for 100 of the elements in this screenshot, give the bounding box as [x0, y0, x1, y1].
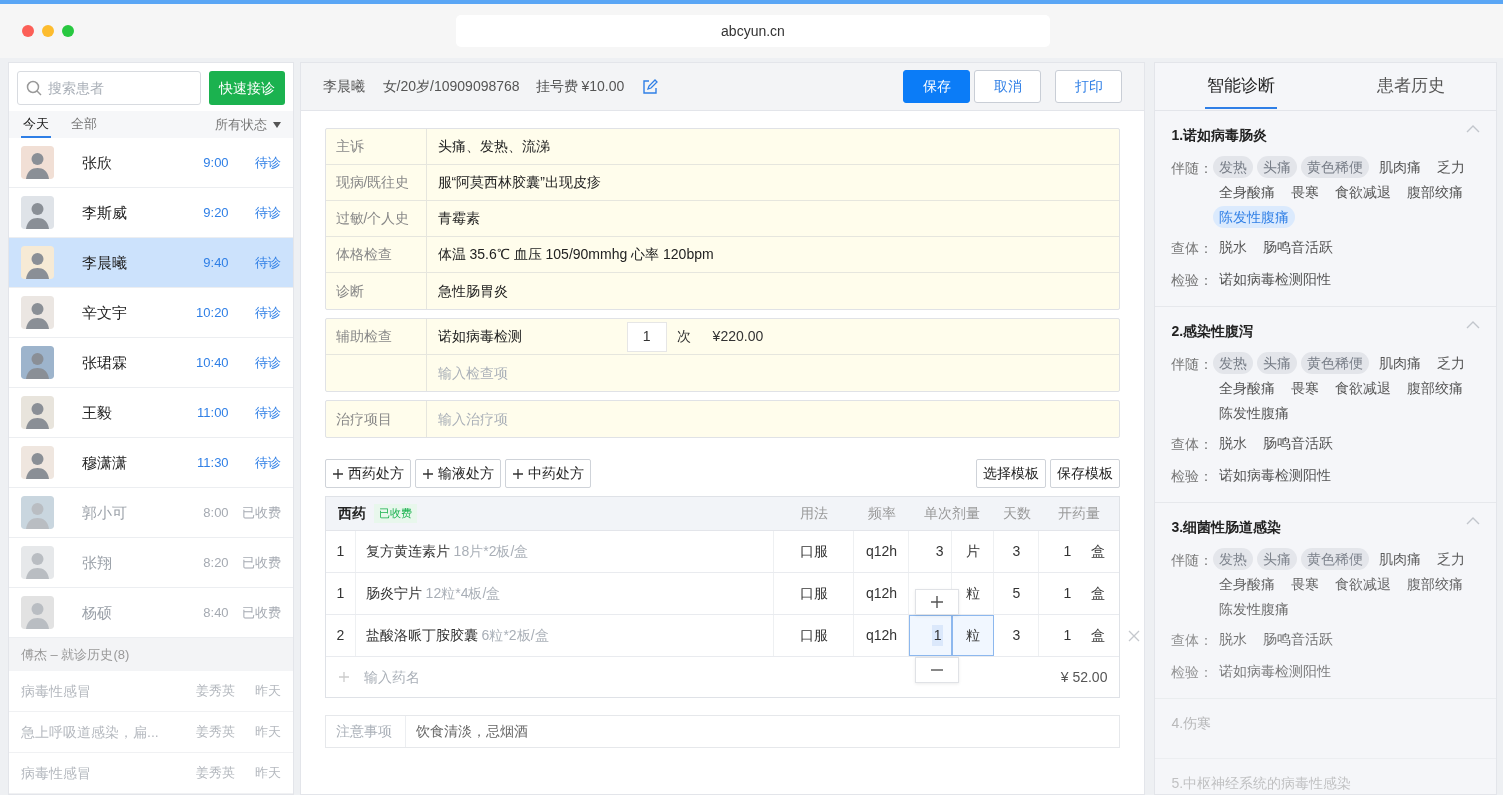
row-number: 1	[336, 542, 345, 561]
avatar-icon	[21, 146, 54, 180]
notes-text: 饮食清淡，忌烟酒	[414, 722, 528, 741]
days-value: 3	[1012, 626, 1021, 645]
field-value: 急性肠胃炎	[436, 281, 508, 301]
patient-row[interactable]: 辛文宇 10:20 待诊	[9, 288, 293, 339]
template-button[interactable]: 保存模板	[1050, 459, 1121, 488]
quantity-value: 1	[1063, 584, 1072, 603]
visit-date: 昨天	[253, 723, 281, 742]
column-header: 频率	[866, 504, 897, 523]
filter-tab[interactable]: 全部	[69, 111, 99, 139]
dose-unit: 片	[965, 542, 980, 561]
days-value: 5	[1012, 584, 1021, 603]
add-prescription-button[interactable]: 西药处方	[324, 459, 411, 488]
symptom-tag: 头痛	[1257, 156, 1298, 178]
symptom-tag: 头痛	[1257, 352, 1298, 374]
patient-info: 女/20岁/10909098768	[382, 77, 520, 96]
chevron-up-icon[interactable]	[1466, 517, 1480, 525]
field-label: 主诉	[325, 129, 427, 164]
remove-row-icon[interactable]	[1127, 629, 1142, 643]
symptom-text: 肠鸣音活跃	[1262, 238, 1335, 257]
exam-item: 诺如病毒检测	[436, 327, 523, 346]
appointment-time: 10:40	[195, 354, 229, 372]
avatar-icon	[21, 296, 54, 330]
maximize-window-icon[interactable]	[62, 25, 74, 37]
drug-spec: 6粒*2板/盒	[481, 626, 549, 645]
increment-button[interactable]	[914, 589, 959, 615]
diagnosis-title[interactable]: 3.细菌性肠道感染	[1171, 517, 1282, 538]
print-button[interactable]: 打印	[1055, 70, 1123, 103]
symptom-text: 腹部绞痛	[1406, 379, 1465, 398]
plus-icon	[337, 671, 350, 683]
appointment-time: 9:40	[202, 254, 229, 272]
template-button[interactable]: 选择模板	[976, 459, 1047, 488]
plus-icon	[929, 595, 944, 609]
field-label: 体格检查	[325, 237, 427, 272]
column-header: 单次剂量	[922, 504, 981, 523]
patient-row[interactable]: 穆潇潇 11:30 待诊	[9, 438, 293, 489]
diagnosis-title[interactable]: 1.诺如病毒肠炎	[1171, 125, 1268, 146]
doctor-name: 姜秀英	[194, 723, 235, 742]
patient-row[interactable]: 张欣 9:00 待诊	[9, 138, 293, 189]
symptom-text: 诺如病毒检测阳性	[1218, 466, 1333, 485]
avatar-icon	[21, 596, 54, 630]
patient-name: 辛文宇	[82, 302, 128, 323]
symptom-text: 乏力	[1436, 354, 1467, 373]
group-label: 检验：	[1171, 467, 1214, 486]
plus-icon	[421, 467, 434, 480]
symptom-tag: 头痛	[1257, 548, 1298, 570]
notes-field[interactable]: 注意事项 饮食清淡，忌烟酒	[324, 715, 1121, 748]
panel-tab[interactable]: 患者历史	[1325, 63, 1496, 110]
paid-badge: 已收费	[373, 504, 417, 523]
exam-price: ¥220.00	[712, 327, 764, 346]
patient-row[interactable]: 张珺霖 10:40 待诊	[9, 338, 293, 389]
dose-field[interactable]: 1	[931, 625, 944, 646]
symptom-text: 肌肉痛	[1378, 550, 1423, 569]
visit-status: 已收费	[240, 504, 281, 522]
avatar-icon	[21, 546, 54, 580]
patient-row[interactable]: 李晨曦 9:40 待诊	[9, 238, 293, 289]
field-label: 治疗项目	[325, 401, 427, 437]
drug-name: 肠炎宁片	[365, 584, 422, 603]
symptom-text: 腹部绞痛	[1406, 183, 1465, 202]
avatar-icon	[21, 496, 54, 530]
edit-icon[interactable]	[642, 78, 659, 95]
symptom-text: 全身酸痛	[1218, 183, 1277, 202]
patient-name: 李晨曦	[322, 77, 365, 96]
chevron-up-icon[interactable]	[1466, 321, 1480, 329]
panel-tab[interactable]: 智能诊断	[1155, 63, 1326, 110]
drug-spec: 12粒*4板/盒	[425, 584, 501, 603]
symptom-text: 畏寒	[1290, 379, 1321, 398]
add-prescription-button[interactable]: 中药处方	[504, 459, 591, 488]
quantity-field[interactable]: 1	[626, 321, 667, 352]
patient-name: 张欣	[82, 152, 113, 173]
dose-unit: 粒	[965, 626, 980, 645]
dose-unit: 粒	[965, 584, 980, 603]
symptom-tag: 发热	[1213, 156, 1254, 178]
visit-status: 待诊	[253, 404, 281, 422]
decrement-button[interactable]	[914, 657, 959, 683]
status-filter-label: 所有状态	[214, 115, 267, 134]
address-bar[interactable]: abcyun.cn	[456, 15, 1050, 47]
row-number: 2	[336, 626, 345, 645]
quantity-value: 1	[1063, 626, 1072, 645]
search-field[interactable]: 搜索患者	[17, 71, 201, 105]
visit-date: 昨天	[253, 682, 281, 701]
group-label: 检验：	[1171, 663, 1214, 682]
chevron-up-icon[interactable]	[1466, 125, 1480, 133]
filter-tab[interactable]: 今天	[21, 111, 51, 139]
add-prescription-button[interactable]: 输液处方	[414, 459, 501, 488]
save-button[interactable]: 保存	[903, 70, 971, 103]
plus-icon	[511, 467, 524, 480]
minimize-window-icon[interactable]	[42, 25, 54, 37]
close-window-icon[interactable]	[22, 25, 34, 37]
patient-name: 张珺霖	[82, 352, 128, 373]
patient-row[interactable]: 王毅 11:00 待诊	[9, 388, 293, 439]
symptom-text: 食欲减退	[1334, 183, 1393, 202]
drug-name: 盐酸洛哌丁胺胶囊	[365, 626, 478, 645]
appointment-time: 8:00	[202, 504, 229, 522]
visit-status: 已收费	[240, 604, 281, 622]
diagnosis-title[interactable]: 2.感染性腹泻	[1171, 321, 1254, 342]
symptom-text: 诺如病毒检测阳性	[1218, 662, 1333, 681]
cancel-button[interactable]: 取消	[974, 70, 1042, 103]
symptom-text: 脱水	[1218, 238, 1249, 257]
